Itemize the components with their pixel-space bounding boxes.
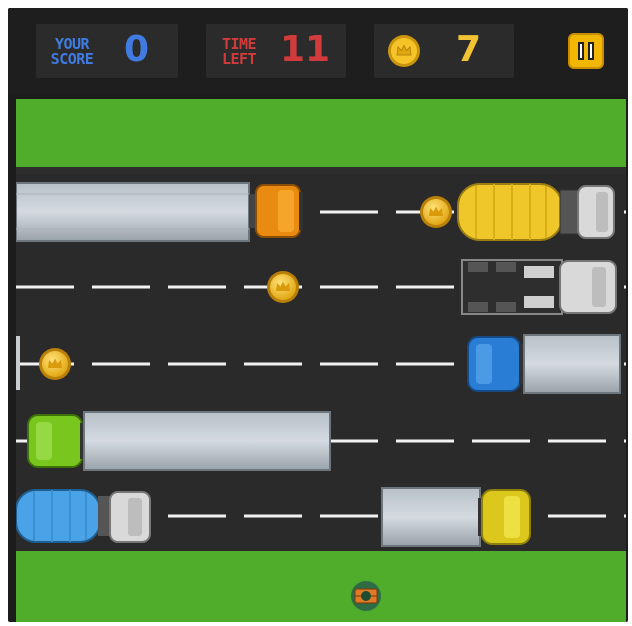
score-panel: YOUR SCORE 0 [36,24,178,78]
yellow-cement-mixer [457,183,615,241]
time-label-bottom: LEFT [221,50,257,68]
time-value: 11 [280,29,331,70]
pause-icon [578,42,584,60]
pause-button[interactable] [568,33,604,69]
time-panel: TIME LEFT 11 [206,24,346,78]
orange-truck-trailer [16,182,303,242]
score-label-bottom: SCORE [50,50,94,68]
coin-pickup [420,196,452,228]
coins-panel: 7 [374,24,514,78]
green-truck-trailer [27,411,331,471]
hud-bar: YOUR SCORE 0 TIME LEFT 11 7 [8,8,628,95]
coin-icon [388,35,420,67]
game-frame: YOUR SCORE 0 TIME LEFT 11 7 [8,8,628,622]
score-value: 0 [124,29,150,70]
blue-cement-mixer [16,489,151,543]
yellow-box-truck [381,487,531,547]
player-character[interactable] [349,579,383,613]
game-field [16,99,626,622]
grass-bottom [16,551,626,622]
pause-icon-bar [588,42,594,60]
coins-value: 7 [456,29,482,70]
grass-top [16,99,626,167]
vehicle-edge [16,336,20,390]
coin-pickup [267,271,299,303]
coin-pickup [39,348,71,380]
road [16,174,626,551]
grey-tractor-unit [461,259,617,315]
blue-box-truck [467,334,621,394]
